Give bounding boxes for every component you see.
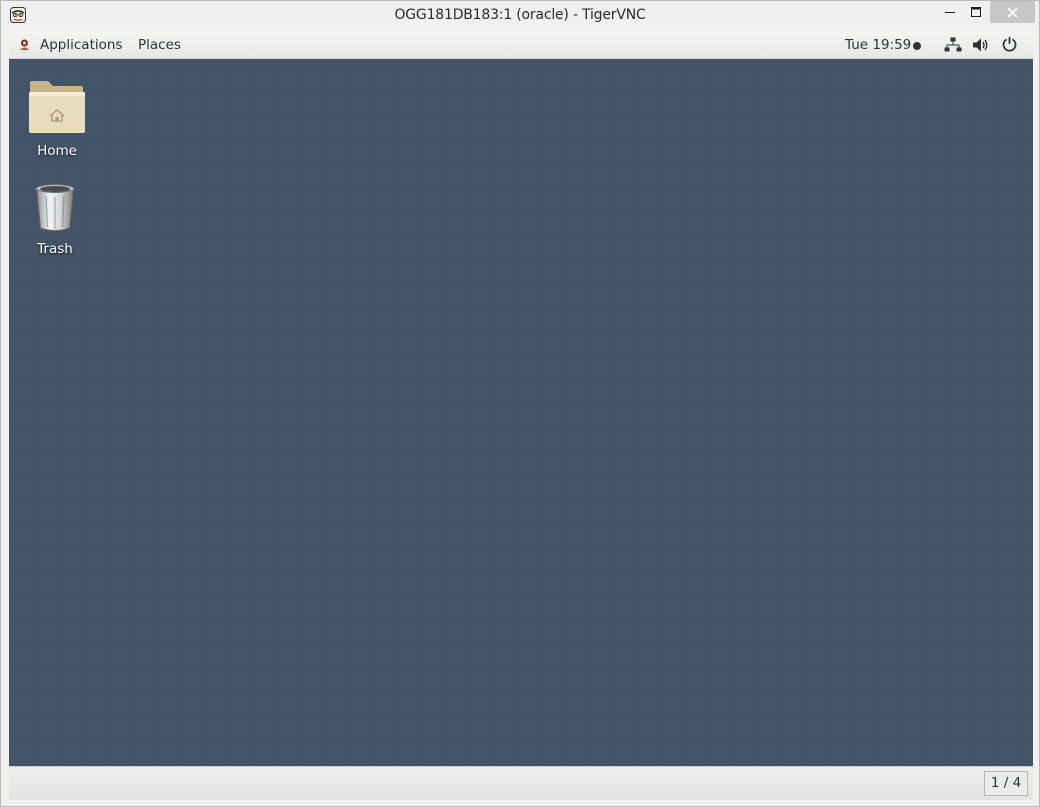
top-panel: Applications Places Tue 19:59 — [9, 31, 1033, 59]
tigervnc-window: OGG181DB183:1 (oracle) - TigerVNC Applic… — [0, 0, 1040, 807]
notification-dot-icon — [913, 42, 921, 50]
minimize-button[interactable] — [936, 1, 964, 23]
desktop-icon-label: Home — [37, 143, 77, 159]
panel-clock[interactable]: Tue 19:59 — [845, 37, 911, 53]
network-icon[interactable] — [944, 37, 962, 53]
close-button[interactable] — [990, 1, 1035, 23]
maximize-icon — [971, 7, 981, 17]
desktop-area[interactable]: Home Trash — [9, 59, 1033, 766]
minimize-icon — [945, 12, 955, 13]
power-icon[interactable] — [1001, 36, 1018, 53]
home-folder-icon — [29, 81, 85, 133]
maximize-button[interactable] — [963, 1, 989, 23]
volume-icon[interactable] — [972, 37, 990, 53]
desktop-icon-home[interactable]: Home — [17, 79, 97, 159]
close-icon — [1007, 6, 1018, 18]
places-menu[interactable]: Places — [138, 37, 181, 53]
applications-menu[interactable]: Applications — [40, 37, 122, 53]
window-title: OGG181DB183:1 (oracle) - TigerVNC — [394, 7, 646, 23]
desktop-icon-label: Trash — [37, 241, 73, 257]
applications-menu-icon — [20, 39, 29, 50]
trash-icon — [35, 184, 75, 231]
desktop-icon-trash[interactable]: Trash — [15, 183, 95, 257]
workspace-switcher[interactable]: 1 / 4 — [984, 771, 1028, 796]
bottom-panel: 1 / 4 — [9, 766, 1033, 800]
window-titlebar[interactable]: OGG181DB183:1 (oracle) - TigerVNC — [1, 1, 1039, 31]
